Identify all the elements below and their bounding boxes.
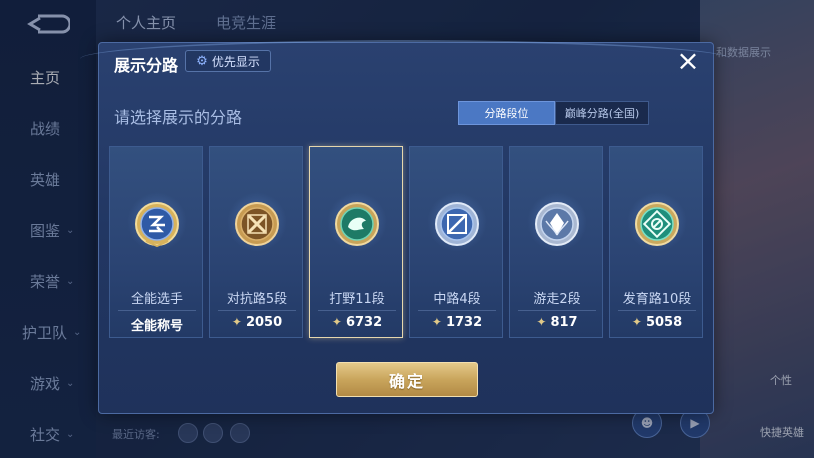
rank-star-icon: ✦: [631, 315, 642, 329]
card-divider: [218, 310, 296, 311]
lane-stat-value: 全能称号: [130, 319, 183, 334]
rank-star-icon: ✦: [536, 315, 547, 329]
priority-display-button[interactable]: ⚙ 优先显示: [185, 50, 271, 72]
gear-icon: ⚙: [196, 53, 208, 69]
mid-lane-emblem-icon: [435, 202, 479, 246]
tab-lane-rank[interactable]: 分路段位: [458, 101, 555, 125]
support-emblem-icon: [535, 202, 579, 246]
all-round-emblem-icon: [135, 202, 179, 248]
lane-role-label: 打野11段: [329, 292, 385, 307]
lane-role-label: 全能选手: [130, 292, 183, 307]
confirm-button[interactable]: 确定: [336, 362, 478, 397]
dialog-subtitle: 请选择展示的分路: [114, 108, 243, 127]
lane-role-label: 发育路10段: [622, 292, 692, 307]
lane-card-bottom[interactable]: 发育路10段 ✦ 5058: [609, 146, 703, 338]
card-divider: [518, 310, 596, 311]
card-divider: [618, 310, 696, 311]
lane-card-jungle[interactable]: 打野11段 ✦ 6732: [309, 146, 403, 338]
card-divider: [118, 310, 196, 311]
lane-card-support[interactable]: 游走2段 ✦ 817: [509, 146, 603, 338]
lane-role-label: 游走2段: [533, 292, 581, 307]
priority-display-label: 优先显示: [211, 54, 260, 69]
rank-star-icon: ✦: [331, 315, 342, 329]
bottom-lane-emblem-icon: [635, 202, 679, 246]
lane-stat-value: ✦ 5058: [631, 315, 683, 330]
lane-stat-value: ✦ 1732: [431, 315, 483, 330]
tab-peak-lane-national[interactable]: 巅峰分路(全国): [555, 101, 649, 125]
lane-card-mid[interactable]: 中路4段 ✦ 1732: [409, 146, 503, 338]
lane-card-all-round[interactable]: 全能选手 全能称号: [109, 146, 203, 338]
close-icon[interactable]: ×: [673, 47, 703, 77]
lane-stat-value: ✦ 2050: [231, 315, 283, 330]
lane-role-label: 对抗路5段: [226, 292, 288, 307]
dialog-title: 展示分路: [114, 56, 179, 75]
lane-card-top[interactable]: 对抗路5段 ✦ 2050: [209, 146, 303, 338]
lane-stat-value: ✦ 817: [536, 315, 578, 330]
card-divider: [318, 310, 396, 311]
top-lane-emblem-icon: [235, 202, 279, 246]
rank-star-icon: ✦: [431, 315, 442, 329]
lane-stat-value: ✦ 6732: [331, 315, 383, 330]
rank-star-icon: ✦: [231, 315, 242, 329]
card-divider: [418, 310, 496, 311]
jungle-emblem-icon: [335, 202, 379, 246]
lane-role-label: 中路4段: [433, 292, 481, 307]
